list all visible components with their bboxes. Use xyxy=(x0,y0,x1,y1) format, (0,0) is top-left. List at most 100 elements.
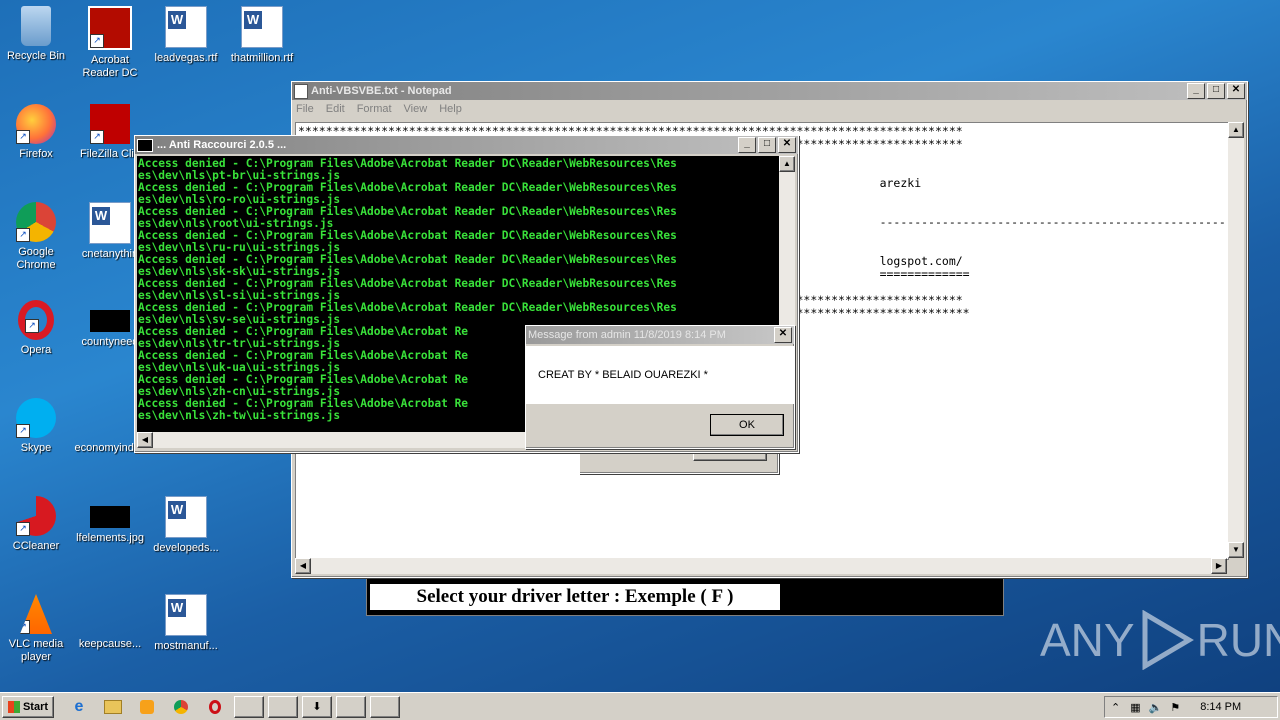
word-doc-icon: W xyxy=(165,6,207,48)
close-button[interactable]: ✕ xyxy=(1227,83,1245,99)
menu-file[interactable]: File xyxy=(296,103,314,115)
console-maximize-button[interactable]: □ xyxy=(758,137,776,153)
message-close-button[interactable]: ✕ xyxy=(774,327,792,343)
shortcut-arrow-icon: ↗ xyxy=(90,34,104,48)
desktop-icon[interactable]: ↗ Skype xyxy=(0,398,72,455)
desktop-icon-label: developeds... xyxy=(153,542,219,554)
start-button[interactable]: Start xyxy=(2,696,54,718)
console-title: ... Anti Raccourci 2.0.5 ... xyxy=(157,139,287,151)
shortcut-arrow-icon: ↗ xyxy=(16,522,30,536)
file-icon xyxy=(90,594,130,634)
chrome-icon: ↗ xyxy=(16,202,56,242)
menu-edit[interactable]: Edit xyxy=(326,103,345,115)
taskbar-notepad[interactable] xyxy=(336,696,366,718)
desktop-icon[interactable]: Wdevelopeds... xyxy=(150,496,222,555)
menu-help[interactable]: Help xyxy=(439,103,462,115)
scroll-down-button[interactable]: ▼ xyxy=(1228,542,1244,558)
console-scroll-left-button[interactable]: ◀ xyxy=(137,432,153,448)
drive-letter-banner: Select your driver letter : Exemple ( F … xyxy=(366,578,1004,616)
skype-icon: ↗ xyxy=(16,398,56,438)
play-logo-icon xyxy=(1142,610,1194,670)
desktop-icon-label: Google Chrome xyxy=(16,246,56,271)
tray-expand-icon[interactable]: ⌃ xyxy=(1111,701,1120,714)
menu-format[interactable]: Format xyxy=(357,103,392,115)
acrobat-icon: ↗ xyxy=(88,6,132,50)
desktop-icon[interactable]: keepcause... xyxy=(74,594,146,651)
minimize-button[interactable]: _ xyxy=(1187,83,1205,99)
message-dialog[interactable]: Message from admin 11/8/2019 8:14 PM ✕ C… xyxy=(525,325,795,449)
notepad-titlebar[interactable]: Anti-VBSVBE.txt - Notepad _ □ ✕ xyxy=(292,82,1247,100)
watermark-text-right: RUN xyxy=(1196,614,1280,666)
desktop-icon-label: keepcause... xyxy=(78,638,142,650)
console-scroll-up-button[interactable]: ▲ xyxy=(779,156,795,172)
desktop-icon[interactable]: Wleadvegas.rtf xyxy=(150,6,222,65)
desktop-icon-label: Acrobat Reader DC xyxy=(82,54,138,79)
word-letter-icon: W xyxy=(244,11,262,29)
message-titlebar[interactable]: Message from admin 11/8/2019 8:14 PM ✕ xyxy=(526,326,794,344)
shortcut-arrow-icon: ↗ xyxy=(20,620,30,634)
desktop-icon-label: lfelements.jpg xyxy=(76,532,144,544)
desktop-icon[interactable]: lfelements.jpg xyxy=(74,496,146,545)
maximize-button[interactable]: □ xyxy=(1207,83,1225,99)
desktop-icon-label: thatmillion.rtf xyxy=(230,52,294,64)
taskbar: Start e ⬇ ⌃ ▦ 🔈 ⚑ 8:14 PM xyxy=(0,692,1280,720)
taskbar-app-3[interactable]: ⬇ xyxy=(302,696,332,718)
word-letter-icon: W xyxy=(168,11,186,29)
desktop-icon-label: Recycle Bin xyxy=(6,50,66,62)
notepad-vscrollbar[interactable]: ▲ ▼ xyxy=(1228,122,1244,558)
network-icon[interactable]: ▦ xyxy=(1130,701,1140,714)
desktop-icon[interactable]: Wmostmanuf... xyxy=(150,594,222,653)
console-minimize-button[interactable]: _ xyxy=(738,137,756,153)
desktop-icon[interactable]: Wthatmillion.rtf xyxy=(226,6,298,65)
desktop-icon[interactable]: ↗ Opera xyxy=(0,300,72,357)
file-icon xyxy=(90,398,130,438)
scroll-right-button[interactable]: ▶ xyxy=(1211,558,1227,574)
explorer-folder-icon[interactable] xyxy=(102,697,124,717)
menu-view[interactable]: View xyxy=(404,103,428,115)
console-titlebar[interactable]: ... Anti Raccourci 2.0.5 ... _ □ ✕ xyxy=(135,136,798,154)
banner-text: Select your driver letter : Exemple ( F … xyxy=(416,586,734,607)
flag-icon[interactable]: ⚑ xyxy=(1170,701,1180,714)
anyrun-watermark: ANY RUN xyxy=(1040,610,1280,670)
image-file-icon xyxy=(90,506,130,528)
desktop-icon-label: leadvegas.rtf xyxy=(154,52,218,64)
desktop-icon-label: Firefox xyxy=(19,148,53,160)
taskbar-app-2[interactable] xyxy=(268,696,298,718)
taskbar-app-1[interactable] xyxy=(234,696,264,718)
opera-icon: ↗ xyxy=(18,300,54,340)
notepad-hscrollbar[interactable]: ◀ ▶ xyxy=(295,558,1227,574)
ie-icon[interactable]: e xyxy=(68,697,90,717)
watermark-text-left: ANY xyxy=(1040,614,1135,666)
notepad-icon xyxy=(294,83,308,99)
clock[interactable]: 8:14 PM xyxy=(1200,701,1241,713)
ok-button[interactable]: OK xyxy=(710,414,784,436)
scroll-up-button[interactable]: ▲ xyxy=(1228,122,1244,138)
scroll-left-button[interactable]: ◀ xyxy=(295,558,311,574)
desktop-icon[interactable]: ↗ Acrobat Reader DC xyxy=(74,6,146,80)
word-letter-icon: W xyxy=(168,599,186,617)
shortcut-arrow-icon: ↗ xyxy=(25,319,39,333)
console-close-button[interactable]: ✕ xyxy=(778,137,796,153)
shortcut-arrow-icon: ↗ xyxy=(16,228,30,242)
shortcut-arrow-icon: ↗ xyxy=(90,130,104,144)
word-letter-icon: W xyxy=(168,501,186,519)
opera-taskbar-icon[interactable] xyxy=(204,697,226,717)
desktop-icon[interactable]: ↗ Firefox xyxy=(0,104,72,161)
taskbar-console[interactable] xyxy=(370,696,400,718)
notepad-title: Anti-VBSVBE.txt - Notepad xyxy=(311,85,452,97)
desktop-icon[interactable]: ↗ Google Chrome xyxy=(0,202,72,272)
image-file-icon xyxy=(90,310,130,332)
desktop-icon-label: Opera xyxy=(20,344,52,356)
desktop-icon[interactable]: Recycle Bin xyxy=(0,6,72,63)
media-player-icon[interactable] xyxy=(136,697,158,717)
word-letter-icon: W xyxy=(92,207,110,225)
firefox-icon: ↗ xyxy=(16,104,56,144)
chrome-taskbar-icon[interactable] xyxy=(170,697,192,717)
banner-label-box: Select your driver letter : Exemple ( F … xyxy=(370,584,780,610)
desktop-icon[interactable]: ↗ CCleaner xyxy=(0,496,72,553)
shortcut-arrow-icon: ↗ xyxy=(16,130,30,144)
desktop-icon-label: VLC media player xyxy=(8,638,64,663)
volume-icon[interactable]: 🔈 xyxy=(1149,701,1163,714)
desktop-icon[interactable]: ↗ VLC media player xyxy=(0,594,72,664)
desktop-icon-label: mostmanuf... xyxy=(154,640,218,652)
